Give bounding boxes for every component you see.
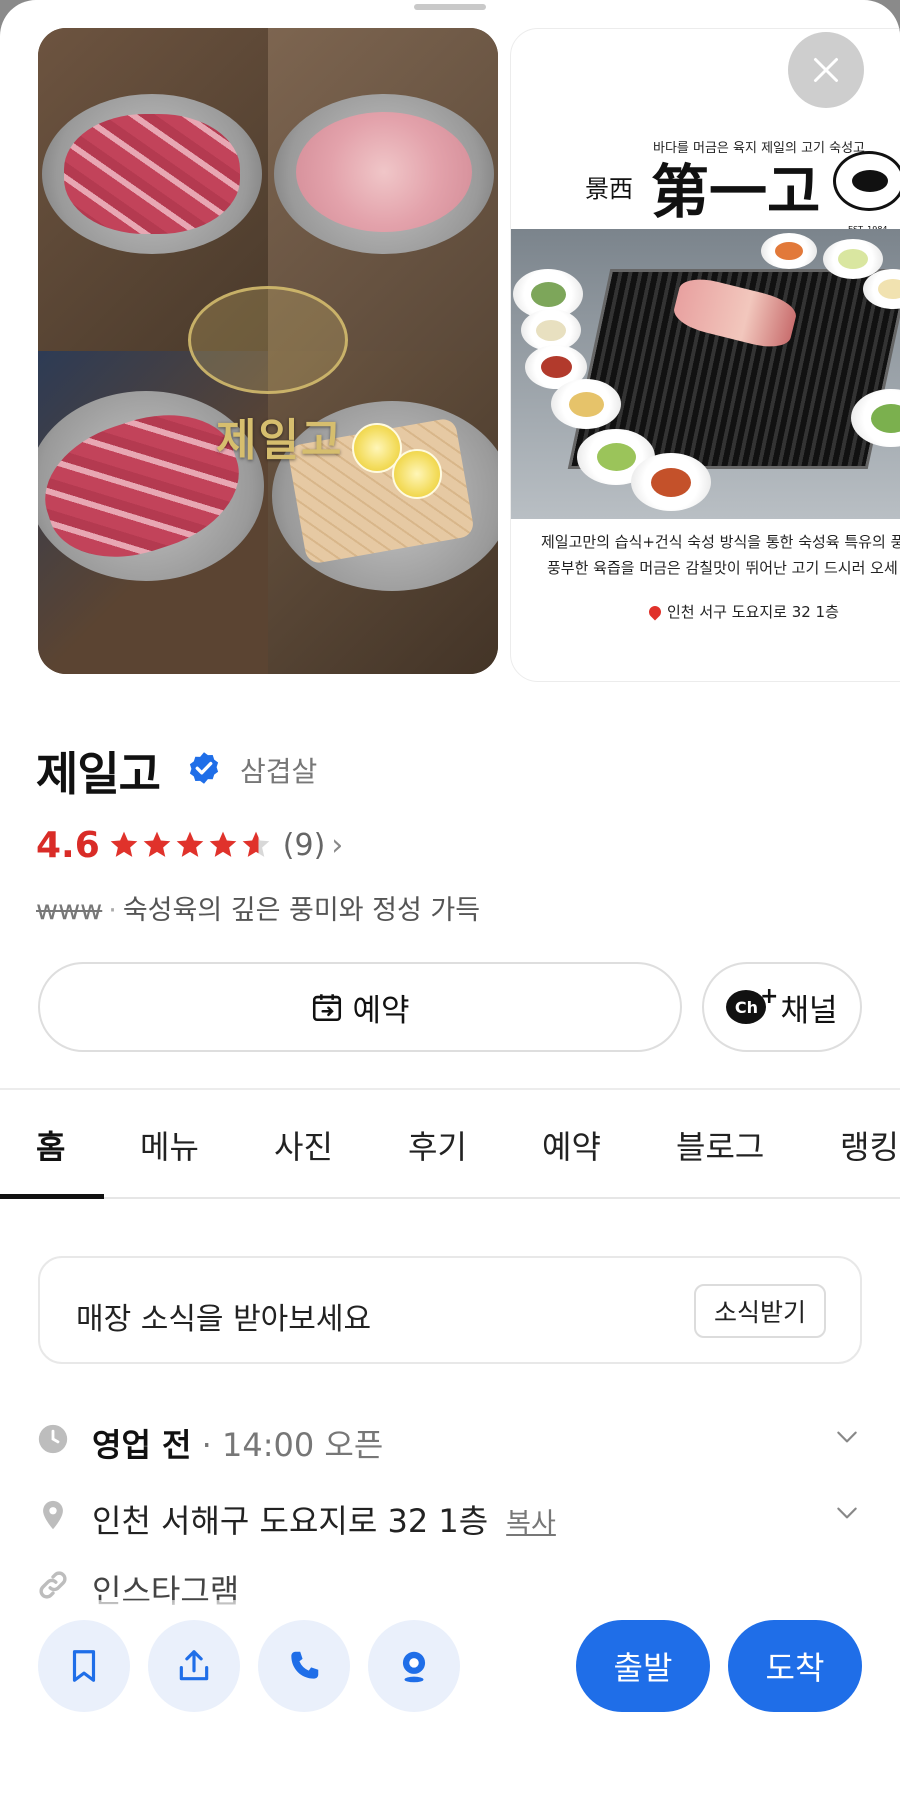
clock-icon [38, 1424, 68, 1454]
arrive-button[interactable]: 도착 [728, 1620, 862, 1712]
divider [0, 1088, 900, 1090]
street-view-button[interactable] [368, 1620, 460, 1712]
location-pin-icon [43, 1500, 63, 1530]
address-row[interactable]: 인천 서해구 도요지로 32 1층 복사 [36, 1490, 866, 1540]
share-icon [179, 1650, 209, 1681]
photo-address: 인천 서구 도요지로 32 1층 [646, 601, 839, 622]
photo-logo-seal [188, 286, 348, 394]
photo-2[interactable]: 바다를 머금은 육지 제일의 고기 숙성고 景西 第一고 EST. 1984 제… [510, 28, 900, 682]
tab-home[interactable]: 홈 [36, 1122, 65, 1168]
photo-1[interactable]: 제일고 [38, 28, 498, 674]
channel-button[interactable]: Ch 채널 [702, 962, 862, 1052]
photo-quadrant [268, 351, 498, 674]
photo-grill-scene [511, 229, 900, 519]
photo-brand-big: 第一고 [651, 158, 821, 226]
separator-dot: · [191, 1426, 222, 1464]
tab-reviews[interactable]: 후기 [408, 1122, 467, 1168]
verified-badge-icon [189, 752, 219, 784]
save-button[interactable] [38, 1620, 130, 1712]
link-icon [39, 1571, 67, 1599]
calendar-icon [313, 994, 342, 1022]
opening-time: 14:00 오픈 [221, 1426, 384, 1464]
hours-row[interactable]: 영업 전 · 14:00 오픈 [36, 1414, 866, 1464]
photo-logo-text: 제일고 [216, 415, 344, 466]
address-value: 인천 서해구 도요지로 32 1층 [92, 1502, 489, 1540]
phone-icon [291, 1651, 319, 1679]
tab-photos[interactable]: 사진 [274, 1122, 333, 1168]
reserve-button[interactable]: 예약 [38, 962, 682, 1052]
hours-text: 영업 전 · 14:00 오픈 [92, 1420, 383, 1466]
separator-dot: · [108, 895, 117, 926]
photo-address-text: 인천 서구 도요지로 32 1층 [667, 603, 839, 621]
star-icon [176, 831, 204, 857]
tab-bar: 홈 메뉴 사진 후기 예약 블로그 랭킹 [0, 1092, 900, 1198]
place-category: 삼겹살 [240, 755, 318, 788]
photo-quadrant [38, 351, 268, 674]
website-link[interactable]: www [36, 895, 102, 926]
place-detail-sheet: 제일고 바다를 머금은 육지 제일의 고기 숙성고 景西 第一고 EST. 19… [0, 0, 900, 1804]
star-icon [209, 831, 237, 857]
reserve-label: 예약 [352, 992, 410, 1029]
bottom-action-bar: 출발 도착 [0, 1600, 900, 1804]
tab-blog[interactable]: 블로그 [676, 1122, 764, 1168]
kakao-channel-icon: Ch [726, 984, 778, 1024]
chevron-right-icon: › [331, 827, 344, 863]
tab-reservation[interactable]: 예약 [542, 1122, 601, 1168]
close-icon [814, 58, 838, 82]
rating-score: 4.6 [36, 824, 100, 866]
star-icon [110, 831, 138, 857]
place-name: 제일고 [36, 747, 161, 801]
tab-divider [0, 1197, 900, 1199]
chevron-down-icon [837, 1431, 857, 1443]
rating-stars [108, 829, 273, 861]
tab-menu[interactable]: 메뉴 [140, 1122, 199, 1168]
depart-button[interactable]: 출발 [576, 1620, 710, 1712]
website-row: www · 숙성육의 깊은 풍미와 정성 가득 [36, 888, 480, 927]
street-view-icon [402, 1651, 426, 1683]
tab-ranking[interactable]: 랭킹 [840, 1122, 899, 1168]
close-button[interactable] [788, 32, 864, 108]
call-button[interactable] [258, 1620, 350, 1712]
star-half-icon [242, 831, 270, 857]
rating-row[interactable]: 4.6 (9) › [36, 820, 343, 870]
active-tab-indicator [0, 1194, 104, 1199]
star-icon [143, 831, 171, 857]
pig-logo-icon [833, 151, 900, 211]
bookmark-icon [72, 1650, 96, 1682]
chevron-down-icon [837, 1507, 857, 1519]
address-text: 인천 서해구 도요지로 32 1층 복사 [92, 1496, 556, 1542]
news-subscribe-card: 매장 소식을 받아보세요 소식받기 [38, 1256, 862, 1364]
copy-address-button[interactable]: 복사 [506, 1508, 556, 1539]
drag-handle[interactable] [414, 4, 486, 10]
news-text: 매장 소식을 받아보세요 [76, 1302, 372, 1337]
business-status: 영업 전 [92, 1426, 192, 1464]
map-pin-icon [646, 603, 664, 621]
review-count: (9) [282, 827, 326, 863]
photo-brand-small: 景西 [585, 175, 633, 203]
channel-label: 채널 [780, 992, 838, 1029]
place-description: 숙성육의 깊은 풍미와 정성 가득 [122, 895, 481, 926]
photo-desc-line1: 제일고만의 습식+건식 숙성 방식을 통한 숙성육 특유의 풍 [541, 533, 900, 551]
photo-desc-line2: 풍부한 육즙을 머금은 감칠맛이 뛰어난 고기 드시러 오세 [547, 559, 898, 577]
share-button[interactable] [148, 1620, 240, 1712]
subscribe-news-button[interactable]: 소식받기 [694, 1284, 826, 1338]
